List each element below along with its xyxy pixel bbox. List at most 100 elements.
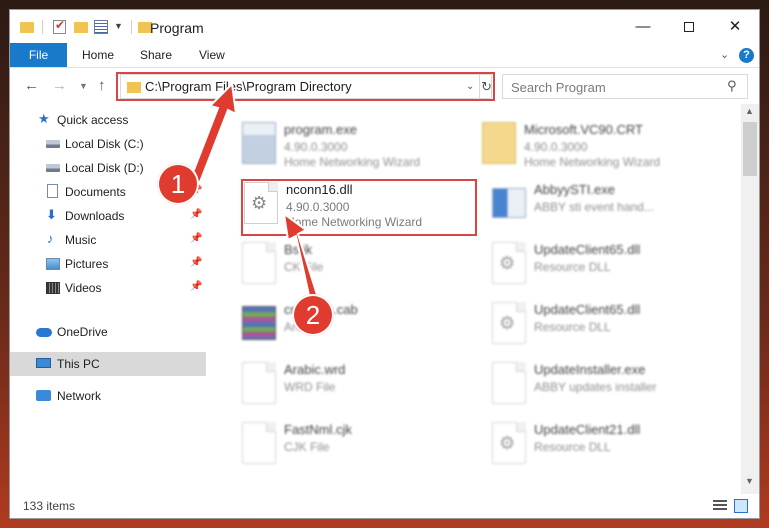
file-highlight-box [241, 179, 477, 236]
document-icon [492, 362, 526, 404]
up-arrow-icon[interactable]: ↑ [98, 77, 106, 94]
file-item[interactable]: Bs.jk CK File [234, 240, 474, 296]
sidebar-item-local-disk-c[interactable]: Local Disk (C:) [10, 132, 206, 156]
sidebar-item-label: This PC [57, 357, 100, 371]
file-item[interactable]: UpdateClient21.dll Resource DLL [484, 420, 724, 476]
file-description: Home Networking Wizard [284, 155, 421, 169]
maximize-button[interactable] [666, 10, 712, 43]
pin-icon[interactable]: 📌 [190, 233, 202, 244]
status-bar: 133 items [10, 494, 759, 518]
documents-icon [47, 184, 58, 198]
file-description: ABBY updates installer [534, 380, 657, 394]
item-count: 133 items [23, 499, 76, 513]
file-explorer-window: ▼ Program — ✕ File Home Share View ⌄ ? ←… [9, 9, 760, 519]
sidebar-item-label: Local Disk (D:) [65, 161, 144, 175]
file-item[interactable]: cmdates.cab Archive [234, 300, 474, 356]
step-1-marker: 1 [157, 163, 199, 205]
tab-view[interactable]: View [185, 43, 239, 67]
sidebar-item-onedrive[interactable]: OneDrive [10, 320, 206, 344]
star-icon: ★ [38, 111, 50, 126]
new-folder-icon[interactable] [74, 22, 88, 33]
exe-icon [492, 188, 526, 218]
file-item[interactable]: UpdateClient65.dll Resource DLL [484, 240, 724, 296]
sidebar-item-label: Network [57, 389, 102, 403]
navigation-bar: ← → ▼ ↑ C:\Program Files\Program Directo… [10, 68, 759, 104]
forward-arrow-icon[interactable]: → [52, 77, 67, 94]
file-item[interactable]: program.exe 4.90.0.3000 Home Networking … [234, 120, 474, 176]
sidebar-item-quick-access[interactable]: ★ Quick access [10, 108, 206, 132]
sidebar-item-label: Quick access [57, 113, 129, 127]
step-2-marker: 2 [292, 294, 334, 336]
window-title: Program [150, 20, 204, 36]
close-button[interactable]: ✕ [712, 10, 758, 43]
sidebar-item-label: Downloads [65, 209, 125, 223]
search-icon[interactable]: ⚲ [727, 78, 737, 94]
file-type: Resource DLL [534, 320, 611, 334]
tab-share[interactable]: Share [126, 43, 186, 67]
file-item[interactable]: UpdateInstaller.exe ABBY updates install… [484, 360, 724, 416]
tab-home[interactable]: Home [68, 43, 128, 67]
large-icons-view-icon[interactable] [734, 499, 748, 513]
file-name: UpdateClient65.dll [534, 302, 641, 317]
file-name: UpdateInstaller.exe [534, 362, 646, 377]
file-item[interactable]: UpdateClient65.dll Resource DLL [484, 300, 724, 356]
sidebar-item-videos[interactable]: Videos 📌 [10, 276, 206, 300]
file-name: Bs.jk [284, 242, 313, 257]
address-highlight-box [116, 72, 495, 101]
pictures-icon [46, 258, 60, 270]
ribbon-tabs: File Home Share View ⌄ ? [10, 43, 759, 68]
pin-icon[interactable]: 📌 [190, 281, 202, 292]
file-name: program.exe [284, 122, 357, 137]
pin-icon[interactable]: 📌 [190, 257, 202, 268]
videos-icon [46, 282, 60, 294]
search-input[interactable]: Search Program [511, 80, 606, 95]
network-icon [36, 390, 51, 401]
scroll-thumb[interactable] [743, 122, 757, 176]
file-name: AbbyySTI.exe [534, 182, 615, 197]
file-item[interactable]: FastNml.cjk CJK File [234, 420, 474, 476]
file-item[interactable]: Arabic.wrd WRD File [234, 360, 474, 416]
sidebar-item-this-pc[interactable]: This PC [10, 352, 206, 376]
sidebar-item-music[interactable]: ♪ Music 📌 [10, 228, 206, 252]
maximize-icon [684, 22, 694, 33]
computer-icon [36, 358, 51, 368]
file-list: program.exe 4.90.0.3000 Home Networking … [206, 104, 741, 494]
details-view-icon[interactable] [713, 500, 727, 512]
tab-file[interactable]: File [10, 43, 67, 67]
recent-locations-chevron-icon[interactable]: ▼ [79, 81, 88, 91]
sidebar-item-network[interactable]: Network [10, 384, 206, 408]
view-properties-icon[interactable] [94, 20, 108, 34]
archive-icon [242, 306, 276, 340]
customize-toolbar-chevron-icon[interactable]: ▼ [114, 21, 123, 31]
scroll-up-icon[interactable]: ▲ [745, 106, 754, 116]
drive-icon [46, 140, 60, 148]
drive-icon [46, 164, 60, 172]
properties-check-icon[interactable] [53, 18, 66, 34]
sidebar-item-label: Documents [65, 185, 126, 199]
file-item[interactable]: Microsoft.VC90.CRT 4.90.0.3000 Home Netw… [474, 120, 714, 176]
back-arrow-icon[interactable]: ← [24, 77, 39, 94]
pin-icon[interactable]: 📌 [190, 209, 202, 220]
exe-icon [242, 122, 276, 164]
search-box[interactable]: Search Program ⚲ [502, 74, 748, 99]
vertical-scrollbar[interactable]: ▲ ▼ [741, 104, 759, 494]
minimize-button[interactable]: — [620, 10, 666, 43]
file-type: Resource DLL [534, 260, 611, 274]
scroll-down-icon[interactable]: ▼ [745, 476, 754, 486]
file-item[interactable]: AbbyySTI.exe ABBY sti event hand... [484, 180, 724, 236]
document-icon [242, 242, 276, 284]
file-name: FastNml.cjk [284, 422, 352, 437]
sidebar-item-downloads[interactable]: ⬇ Downloads 📌 [10, 204, 206, 228]
divider [42, 20, 43, 34]
file-description: ABBY sti event hand... [534, 200, 654, 214]
file-version: 4.90.0.3000 [524, 140, 588, 154]
sidebar-item-label: OneDrive [57, 325, 108, 339]
sidebar-item-pictures[interactable]: Pictures 📌 [10, 252, 206, 276]
file-type: CJK File [284, 440, 330, 454]
file-name: Arabic.wrd [284, 362, 346, 377]
folder-icon [482, 122, 516, 164]
document-icon [242, 362, 276, 404]
help-icon[interactable]: ? [739, 48, 754, 63]
expand-ribbon-chevron-icon[interactable]: ⌄ [720, 48, 729, 61]
file-type: CK File [284, 260, 324, 274]
